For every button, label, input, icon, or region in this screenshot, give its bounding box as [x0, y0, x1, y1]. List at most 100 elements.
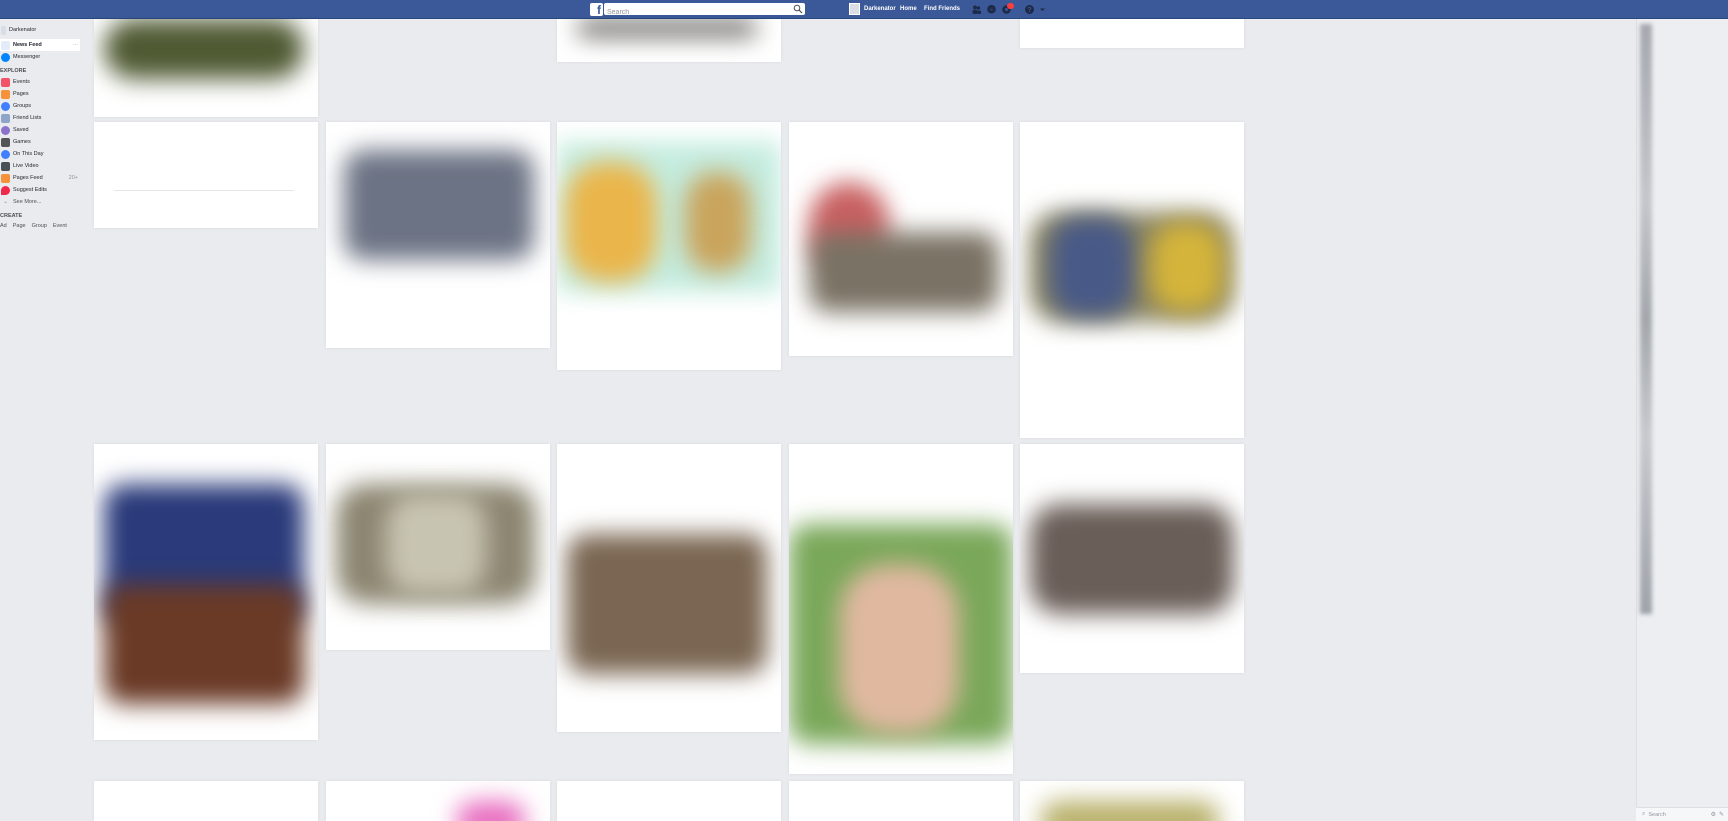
sidebar-see-more[interactable]: ⌄ See More... — [0, 196, 80, 208]
sidebar-item-events[interactable]: Events — [0, 76, 80, 88]
sidebar-item-label: Live Video — [13, 163, 39, 169]
sidebar-item-saved[interactable]: Saved — [0, 124, 80, 136]
friend-requests-icon[interactable] — [971, 4, 982, 15]
feed-post-card[interactable] — [789, 444, 1013, 774]
news-feed-icon — [1, 40, 10, 50]
profile-link[interactable]: Darkenator — [849, 3, 896, 15]
post-image — [456, 801, 526, 821]
bookmark-icon — [1, 125, 10, 135]
sidebar-item-live-video[interactable]: Live Video — [0, 160, 80, 172]
feed-post-card[interactable] — [94, 122, 318, 228]
new-message-icon[interactable]: ✎ — [1719, 811, 1724, 818]
feed-post-card[interactable] — [1020, 781, 1244, 821]
post-image — [104, 584, 304, 704]
flag-icon — [1, 89, 10, 99]
sidebar-item-on-this-day[interactable]: On This Day — [0, 148, 80, 160]
messages-icon[interactable] — [986, 4, 997, 15]
create-page-link[interactable]: Page — [13, 223, 26, 229]
help-icon[interactable]: ? — [1024, 4, 1035, 15]
post-image — [685, 172, 751, 272]
explore-heading: EXPLORE — [0, 68, 27, 74]
sidebar-profile-name: Darkenator — [9, 27, 37, 33]
home-link[interactable]: Home — [900, 6, 917, 12]
sidebar-item-label: Saved — [13, 127, 29, 133]
post-image — [1040, 801, 1220, 821]
clock-icon — [1, 149, 10, 159]
chat-search-bar: ⌕ ⚙ ✎ — [1636, 807, 1728, 821]
post-image — [809, 232, 999, 312]
feed-post-card[interactable] — [557, 781, 781, 821]
top-navigation-bar: f Darkenator Home Find Friends ? — [0, 0, 1728, 19]
post-image — [344, 150, 534, 260]
feed-post-card[interactable] — [1020, 122, 1244, 438]
sidebar-item-label: On This Day — [13, 151, 44, 157]
feed-post-card[interactable] — [789, 122, 1013, 356]
chat-contacts-list[interactable] — [1640, 24, 1652, 614]
sidebar-item-label: Friend Lists — [13, 115, 42, 121]
search-box[interactable] — [604, 3, 805, 19]
sidebar-item-suggest-edits[interactable]: Suggest Edits — [0, 184, 80, 196]
post-image — [386, 494, 486, 594]
post-image — [577, 19, 757, 37]
sidebar-item-pages-feed[interactable]: Pages Feed 20+ — [0, 172, 80, 184]
sidebar-item-label: Suggest Edits — [13, 187, 47, 193]
sidebar-item-pages[interactable]: Pages — [0, 88, 80, 100]
feed-post-card[interactable] — [1020, 444, 1244, 673]
sidebar-item-games[interactable]: Games — [0, 136, 80, 148]
sidebar-item-label: Events — [13, 79, 30, 85]
create-heading: CREATE — [0, 213, 23, 219]
feed-post-card[interactable] — [326, 122, 550, 348]
feed-post-card[interactable] — [326, 444, 550, 650]
sidebar-item-messenger[interactable]: Messenger — [0, 51, 80, 63]
post-image — [839, 564, 959, 734]
feed-post-card[interactable] — [94, 19, 318, 117]
feed-post-card[interactable] — [94, 781, 318, 821]
feed-post-card[interactable] — [789, 781, 1013, 821]
avatar — [849, 3, 860, 15]
create-group-link[interactable]: Group — [32, 223, 47, 229]
sidebar-item-label: Pages Feed — [13, 175, 43, 181]
sidebar-item-label: Games — [13, 139, 31, 145]
facebook-logo-icon[interactable]: f — [590, 3, 603, 17]
post-image — [1150, 222, 1224, 312]
pages-feed-count: 20+ — [68, 175, 78, 181]
post-image — [567, 534, 767, 674]
groups-icon — [1, 101, 10, 111]
chevron-down-icon: ⌄ — [2, 198, 9, 205]
post-image — [1050, 217, 1134, 317]
sidebar-item-news-feed[interactable]: News Feed ··· — [0, 39, 80, 51]
feed-post-card[interactable] — [326, 781, 550, 821]
games-icon — [1, 137, 10, 147]
post-image — [565, 162, 657, 282]
feed-post-card[interactable] — [94, 444, 318, 740]
account-dropdown-icon[interactable] — [1039, 4, 1046, 15]
avatar — [1, 25, 6, 35]
sidebar-item-groups[interactable]: Groups — [0, 100, 80, 112]
friend-list-icon — [1, 113, 10, 123]
sidebar-item-label: Messenger — [13, 54, 41, 60]
find-friends-link[interactable]: Find Friends — [924, 6, 960, 12]
sidebar-profile[interactable]: Darkenator — [0, 24, 80, 36]
feed-post-card[interactable] — [557, 122, 781, 370]
messenger-icon — [1, 52, 10, 62]
profile-name: Darkenator — [864, 6, 896, 12]
create-ad-link[interactable]: Ad — [0, 223, 7, 229]
left-sidebar: Darkenator News Feed ··· Messenger EXPLO… — [0, 24, 80, 231]
feed-post-card[interactable] — [557, 19, 781, 62]
gear-icon[interactable]: ⚙ — [1711, 811, 1716, 818]
chat-search-input[interactable] — [1648, 811, 1699, 818]
divider — [114, 190, 294, 191]
post-image — [104, 19, 304, 79]
feed-post-card[interactable] — [1020, 19, 1244, 48]
map-pin-icon — [1, 185, 10, 195]
feed-post-card[interactable] — [557, 444, 781, 732]
search-input[interactable] — [604, 6, 784, 19]
search-icon[interactable] — [793, 4, 803, 14]
sidebar-item-friend-lists[interactable]: Friend Lists — [0, 112, 80, 124]
search-icon: ⌕ — [1642, 811, 1646, 817]
pages-feed-icon — [1, 173, 10, 183]
calendar-icon — [1, 77, 10, 87]
live-video-icon — [1, 161, 10, 171]
create-event-link[interactable]: Event — [53, 223, 67, 229]
news-feed-options-icon[interactable]: ··· — [73, 42, 79, 48]
